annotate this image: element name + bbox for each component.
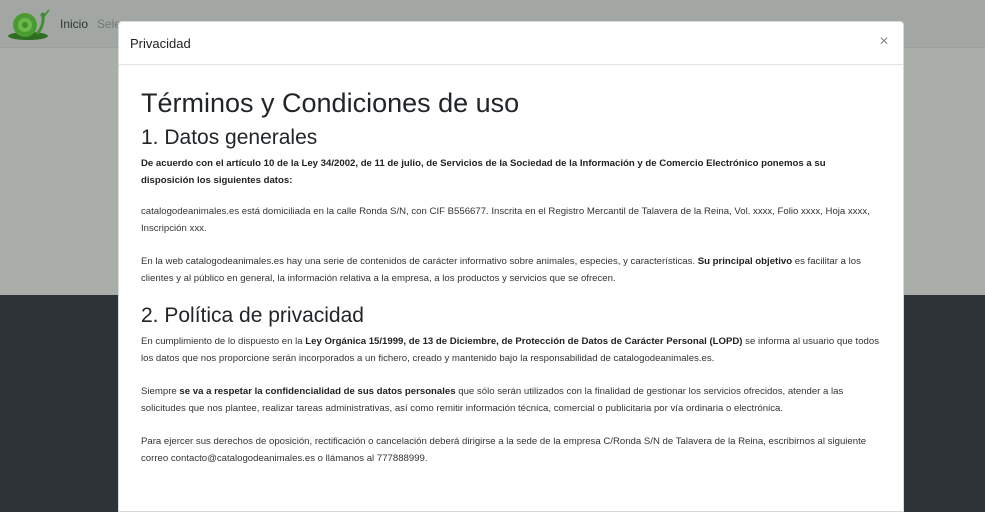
company-address: catalogodeanimales.es está domiciliada e… bbox=[141, 206, 870, 234]
confidentiality-text: Siempre se va a respetar la confidencial… bbox=[141, 383, 881, 417]
legal-intro: De acuerdo con el artículo 10 de la Ley … bbox=[141, 155, 881, 189]
legal-intro-text: De acuerdo con el artículo 10 de la Ley … bbox=[141, 158, 826, 186]
rights-text: Para ejercer sus derechos de oposición, … bbox=[141, 436, 867, 464]
snail-logo-icon[interactable] bbox=[6, 6, 52, 42]
close-icon[interactable]: × bbox=[876, 33, 892, 51]
modal-body: Términos y Condiciones de uso 1. Datos g… bbox=[119, 65, 903, 467]
web-purpose: En la web catalogodeanimales.es hay una … bbox=[141, 253, 881, 287]
web-purpose-a: En la web catalogodeanimales.es hay una … bbox=[141, 256, 698, 267]
page: Inicio Sele Privacidad × Términos y Cond… bbox=[0, 0, 985, 512]
page-heading: Términos y Condiciones de uso bbox=[141, 88, 520, 118]
lopd-text: En cumplimiento de lo dispuesto en la Le… bbox=[141, 333, 881, 367]
confidentiality-text-a: Siempre bbox=[141, 386, 180, 397]
section-title-datos-generales: 1. Datos generales bbox=[141, 126, 318, 149]
modal-header: Privacidad × bbox=[119, 22, 903, 65]
lopd-text-b: Ley Orgánica 15/1999, de 13 de Diciembre… bbox=[305, 336, 743, 347]
web-purpose-b: Su principal objetivo bbox=[697, 256, 793, 267]
section-title-politica-privacidad: 2. Política de privacidad bbox=[141, 304, 364, 327]
privacy-modal: Privacidad × Términos y Condiciones de u… bbox=[118, 21, 904, 512]
confidentiality-text-b: se va a respetar la confidencialidad de … bbox=[179, 386, 456, 397]
lopd-text-a: En cumplimiento de lo dispuesto en la bbox=[141, 336, 306, 347]
modal-title: Privacidad bbox=[130, 36, 191, 51]
nav-link-inicio[interactable]: Inicio bbox=[60, 17, 88, 31]
